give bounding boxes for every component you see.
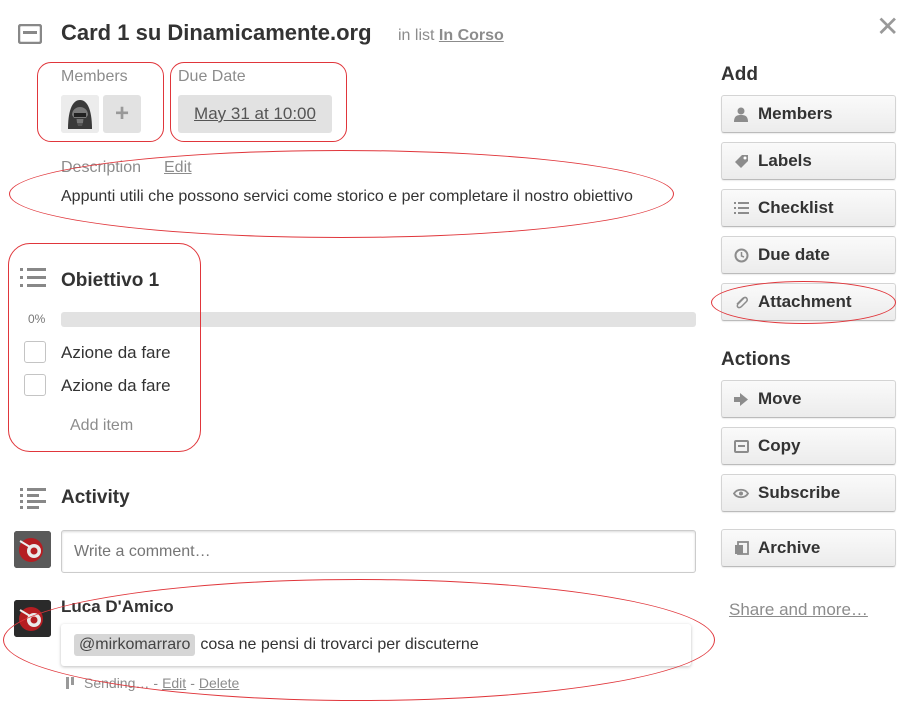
- mention-tag[interactable]: @mirkomarraro: [74, 634, 196, 656]
- add-checklist-label: Checklist: [758, 198, 834, 217]
- description-text[interactable]: Appunti utili che possono servici come s…: [61, 186, 661, 208]
- checklist-item-label[interactable]: Azione da fare: [61, 376, 171, 396]
- move-button[interactable]: Move: [721, 380, 896, 418]
- current-user-avatar: [14, 531, 51, 568]
- archive-icon: [733, 540, 749, 556]
- arrow-right-icon: [733, 391, 749, 407]
- list-info: in list In Corso: [398, 27, 504, 45]
- card-icon: [17, 23, 43, 45]
- comment-delete-link[interactable]: Delete: [199, 675, 239, 691]
- meta-separator: -: [153, 675, 159, 691]
- add-attachment-label: Attachment: [758, 292, 852, 311]
- add-due-date-button[interactable]: Due date: [721, 236, 896, 274]
- comment-author-name[interactable]: Luca D'Amico: [61, 597, 174, 617]
- checklist-progress-bar: [61, 312, 696, 327]
- add-member-button[interactable]: +: [103, 95, 141, 133]
- card-title[interactable]: Card 1 su Dinamicamente.org: [61, 20, 372, 46]
- subscribe-button[interactable]: Subscribe: [721, 474, 896, 512]
- checklist-icon: [733, 200, 749, 216]
- subscribe-label: Subscribe: [758, 483, 841, 502]
- person-icon: [733, 106, 749, 122]
- due-date-label: Due Date: [178, 68, 246, 85]
- comment-edit-link[interactable]: Edit: [162, 675, 186, 691]
- eye-icon: [733, 485, 749, 501]
- tag-icon: [733, 153, 749, 169]
- card-icon: [733, 438, 749, 454]
- activity-title: Activity: [61, 487, 130, 508]
- add-checklist-button[interactable]: Checklist: [721, 189, 896, 227]
- add-due-date-label: Due date: [758, 245, 830, 264]
- list-link[interactable]: In Corso: [439, 27, 504, 44]
- sending-icon: [66, 677, 74, 689]
- checklist-icon: [20, 266, 46, 290]
- add-checklist-item-button[interactable]: Add item: [70, 417, 133, 435]
- comment-input[interactable]: [61, 530, 696, 573]
- meta-separator: -: [190, 675, 195, 691]
- comment-body: @mirkomarraro cosa ne pensi di trovarci …: [61, 624, 691, 666]
- checklist-item-checkbox[interactable]: [24, 374, 46, 396]
- copy-button[interactable]: Copy: [721, 427, 896, 465]
- move-label: Move: [758, 389, 802, 408]
- actions-heading: Actions: [721, 349, 791, 370]
- close-icon[interactable]: ✕: [876, 10, 899, 43]
- description-edit-link[interactable]: Edit: [164, 159, 192, 177]
- archive-label: Archive: [758, 538, 821, 557]
- member-avatar[interactable]: [61, 95, 99, 133]
- checklist-item-label[interactable]: Azione da fare: [61, 343, 171, 363]
- checklist-item-checkbox[interactable]: [24, 341, 46, 363]
- add-members-button[interactable]: Members: [721, 95, 896, 133]
- paperclip-icon: [733, 294, 749, 310]
- description-label: Description: [61, 159, 142, 176]
- comment-author-avatar[interactable]: [14, 600, 51, 637]
- add-labels-button[interactable]: Labels: [721, 142, 896, 180]
- in-list-prefix: in list: [398, 27, 435, 44]
- comment-status: Sending…: [84, 675, 150, 691]
- checklist-progress-percent: 0%: [28, 312, 46, 326]
- add-heading: Add: [721, 64, 758, 85]
- add-attachment-button[interactable]: Attachment: [721, 283, 896, 321]
- copy-label: Copy: [758, 436, 801, 455]
- add-members-label: Members: [758, 104, 833, 123]
- comment-meta: Sending… - Edit - Delete: [66, 675, 239, 691]
- checklist-title[interactable]: Obiettivo 1: [61, 270, 159, 292]
- members-label: Members: [61, 68, 128, 85]
- clock-icon: [733, 247, 749, 263]
- archive-button[interactable]: Archive: [721, 529, 896, 567]
- activity-icon: [20, 488, 46, 510]
- due-date-badge[interactable]: May 31 at 10:00: [178, 95, 332, 133]
- add-labels-label: Labels: [758, 151, 812, 170]
- comment-text: cosa ne pensi di trovarci per discuterne: [200, 636, 479, 653]
- share-and-more-link[interactable]: Share and more…: [729, 600, 868, 620]
